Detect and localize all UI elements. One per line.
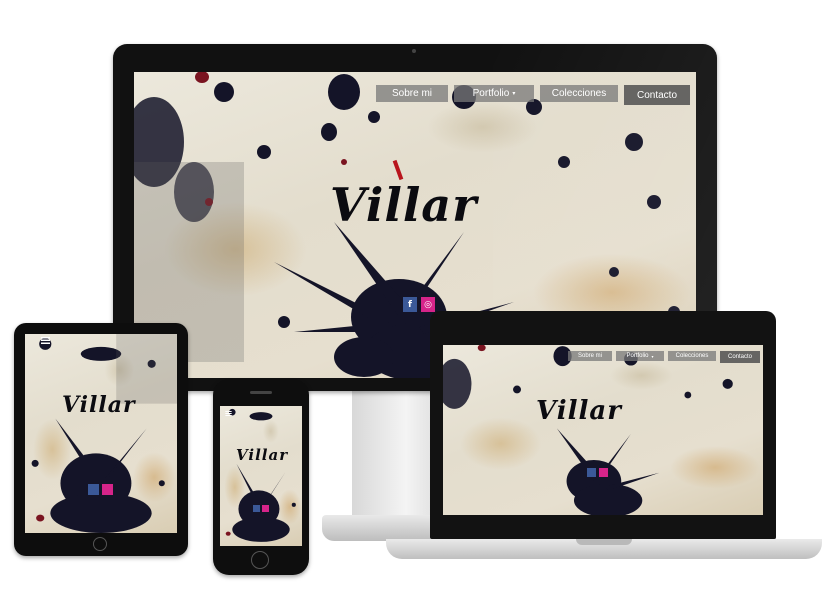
facebook-icon[interactable] <box>587 468 596 477</box>
nav-label: Portfolio <box>626 353 649 359</box>
laptop-nav: Sobre mi Portfolio ▾ Colecciones Contacto <box>568 351 760 363</box>
tablet-screen <box>25 334 177 533</box>
site-logo[interactable]: Villar <box>536 396 622 426</box>
nav-sobre-mi[interactable]: Sobre mi <box>376 85 448 102</box>
nav-label: Contacto <box>727 354 752 360</box>
nav-sobre-mi[interactable]: Sobre mi <box>568 351 612 361</box>
ink-splatter-artwork <box>225 408 296 542</box>
monitor-camera <box>412 49 416 53</box>
nav-portfolio[interactable]: Portfolio ▾ <box>616 351 664 361</box>
desktop-nav: Sobre mi Portfolio ▾ Colecciones Contacto <box>376 85 690 105</box>
nav-colecciones[interactable]: Colecciones <box>668 351 716 361</box>
site-logo[interactable]: Villar <box>236 446 288 464</box>
phone-screen <box>220 406 302 546</box>
nav-label: Sobre mi <box>577 353 602 359</box>
nav-label: Colecciones <box>551 88 607 99</box>
nav-label: Sobre mi <box>391 88 432 99</box>
laptop-base <box>386 539 822 559</box>
site-logo[interactable]: Villar <box>330 159 478 232</box>
facebook-glyph: f <box>408 299 412 310</box>
ink-splatter-artwork <box>31 334 177 533</box>
tablet-device <box>14 323 188 556</box>
laptop-screen <box>443 345 763 515</box>
nav-colecciones[interactable]: Colecciones <box>540 85 618 102</box>
tablet-home-button[interactable] <box>93 537 107 551</box>
instagram-glyph: ◎ <box>424 299 432 310</box>
chevron-down-icon: ▾ <box>651 353 654 359</box>
instagram-icon[interactable]: ◎ <box>421 297 435 312</box>
hamburger-menu-icon[interactable] <box>225 411 232 416</box>
phone-social-links <box>253 505 269 512</box>
laptop-notch <box>576 539 632 545</box>
phone-speaker <box>250 391 272 394</box>
ink-splatter-artwork <box>443 345 733 515</box>
facebook-icon[interactable] <box>88 484 99 495</box>
phone-device <box>213 379 309 575</box>
laptop-social-links <box>587 468 608 477</box>
nav-contacto[interactable]: Contacto <box>624 85 690 105</box>
instagram-icon[interactable] <box>262 505 269 512</box>
logo-text: Villar <box>236 446 289 464</box>
nav-label: Portfolio <box>472 88 510 99</box>
tablet-social-links <box>88 484 113 495</box>
facebook-icon[interactable] <box>253 505 260 512</box>
desktop-social-links: f ◎ <box>403 297 435 312</box>
chevron-down-icon: ▾ <box>512 91 516 97</box>
nav-label: Colecciones <box>675 353 709 359</box>
phone-home-button[interactable] <box>251 551 269 569</box>
logo-text: Villar <box>62 392 136 418</box>
nav-label: Contacto <box>636 89 678 101</box>
logo-text: Villar <box>330 178 478 232</box>
instagram-icon[interactable] <box>102 484 113 495</box>
hamburger-menu-icon[interactable] <box>41 337 50 344</box>
nav-portfolio[interactable]: Portfolio ▾ <box>454 85 534 102</box>
facebook-icon[interactable]: f <box>403 297 417 312</box>
logo-text: Villar <box>536 396 622 426</box>
site-logo[interactable]: Villar <box>62 392 136 418</box>
nav-contacto[interactable]: Contacto <box>720 351 760 363</box>
instagram-icon[interactable] <box>599 468 608 477</box>
